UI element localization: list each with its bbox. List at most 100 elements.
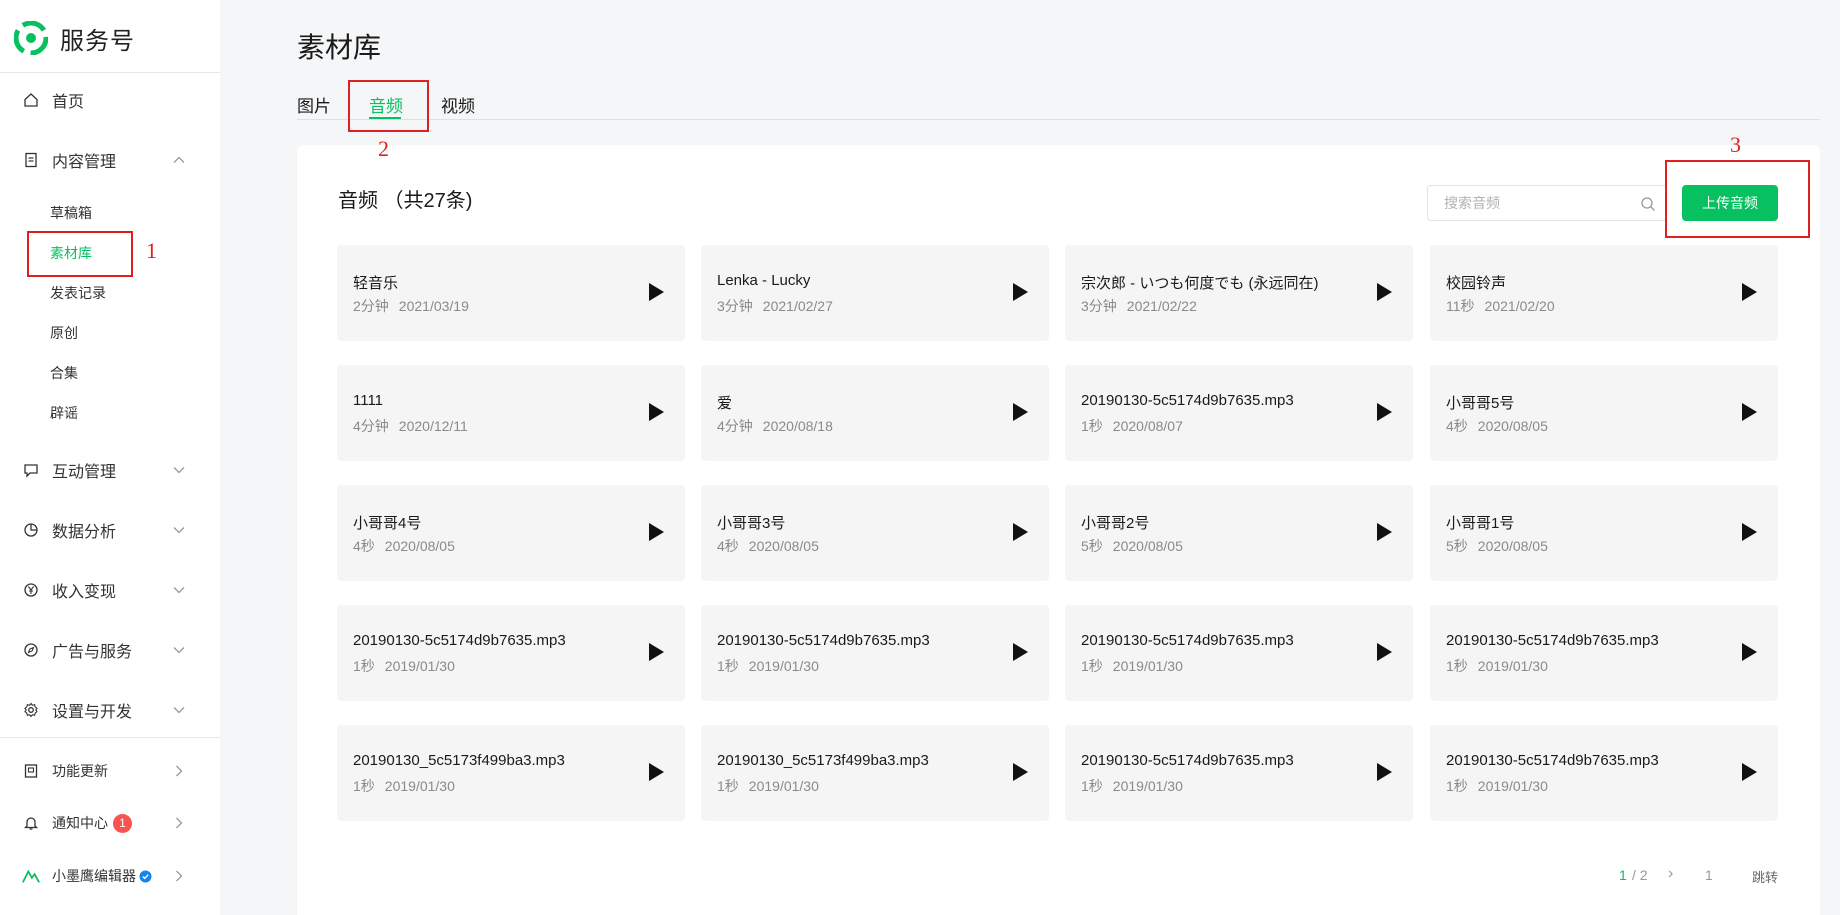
play-icon[interactable] — [649, 763, 664, 781]
audio-date: 2020/08/05 — [1477, 538, 1548, 554]
nav-notification-center[interactable]: 通知中心 1 — [0, 803, 220, 843]
audio-meta: 5秒 2020/08/05 — [1446, 536, 1548, 556]
audio-card[interactable]: 宗次郎 - いつも何度でも (永远同在) 3分钟 2021/02/22 — [1065, 245, 1413, 341]
play-icon[interactable] — [1377, 403, 1392, 421]
audio-title: 20190130-5c5174d9b7635.mp3 — [1446, 632, 1659, 649]
nav-account[interactable]: 小墨鹰编辑器 — [0, 856, 220, 896]
sub-item-original[interactable]: 原创 — [50, 322, 78, 344]
nav-data-analytics[interactable]: 数据分析 — [0, 510, 220, 550]
audio-card[interactable]: 小哥哥2号 5秒 2020/08/05 — [1065, 485, 1413, 581]
audio-title: 小哥哥5号 — [1446, 395, 1515, 412]
play-icon[interactable] — [1377, 283, 1392, 301]
audio-date: 2020/08/05 — [384, 538, 455, 554]
nav-content-management-label: 内容管理 — [52, 154, 117, 171]
tab-video[interactable]: 视频 — [441, 92, 475, 117]
audio-duration: 1秒 — [353, 658, 375, 674]
audio-duration: 1秒 — [1446, 778, 1468, 794]
play-icon[interactable] — [1377, 763, 1392, 781]
audio-card[interactable]: 小哥哥1号 5秒 2020/08/05 — [1430, 485, 1778, 581]
audio-meta: 4分钟 2020/08/18 — [717, 416, 833, 436]
play-icon[interactable] — [1742, 283, 1757, 301]
nav-analytics-label: 数据分析 — [52, 524, 117, 541]
search-box[interactable] — [1427, 185, 1667, 221]
audio-card[interactable]: 爱 4分钟 2020/08/18 — [701, 365, 1049, 461]
chevron-right-icon — [176, 870, 183, 882]
audio-card[interactable]: Lenka - Lucky 3分钟 2021/02/27 — [701, 245, 1049, 341]
sub-item-publish-records[interactable]: 发表记录 — [50, 282, 106, 304]
audio-card[interactable]: 20190130_5c5173f499ba3.mp3 1秒 2019/01/30 — [337, 725, 685, 821]
pagination-total: / 2 — [1632, 867, 1648, 883]
pagination-page-input[interactable]: 1 — [1705, 867, 1713, 883]
document-icon — [22, 151, 40, 169]
nav-monetization[interactable]: 收入变现 — [0, 570, 220, 610]
play-icon[interactable] — [1013, 283, 1028, 301]
tab-images[interactable]: 图片 — [297, 92, 331, 117]
search-icon[interactable] — [1640, 196, 1656, 212]
audio-date: 2019/01/30 — [1112, 658, 1183, 674]
pagination-next-icon[interactable]: › — [1668, 865, 1673, 883]
nav-interaction-management[interactable]: 互动管理 — [0, 450, 220, 490]
play-icon[interactable] — [1013, 523, 1028, 541]
audio-duration: 3分钟 — [1081, 298, 1117, 314]
nav-monetization-label: 收入变现 — [52, 584, 117, 601]
play-icon[interactable] — [649, 403, 664, 421]
audio-duration: 1秒 — [717, 778, 739, 794]
audio-title: 轻音乐 — [353, 275, 399, 292]
audio-duration: 4秒 — [353, 538, 375, 554]
nav-home[interactable]: 首页 — [0, 80, 220, 120]
play-icon[interactable] — [1377, 643, 1392, 661]
nav-feature-updates[interactable]: 功能更新 — [0, 751, 220, 791]
play-icon[interactable] — [1742, 643, 1757, 661]
audio-date: 2020/12/11 — [398, 418, 468, 434]
sub-item-collections[interactable]: 合集 — [50, 362, 78, 384]
nav-notification-label: 通知中心 — [52, 815, 108, 831]
audio-title: 20190130-5c5174d9b7635.mp3 — [1081, 392, 1294, 409]
audio-meta: 2分钟 2021/03/19 — [353, 296, 469, 316]
message-icon — [22, 461, 40, 479]
audio-card[interactable]: 20190130-5c5174d9b7635.mp3 1秒 2019/01/30 — [1430, 605, 1778, 701]
play-icon[interactable] — [649, 283, 664, 301]
audio-duration: 1秒 — [717, 658, 739, 674]
brand[interactable]: 服务号 — [14, 20, 135, 56]
brand-name: 服务号 — [60, 27, 135, 55]
audio-card[interactable]: 20190130-5c5174d9b7635.mp3 1秒 2019/01/30 — [1065, 605, 1413, 701]
audio-card[interactable]: 20190130-5c5174d9b7635.mp3 1秒 2019/01/30 — [701, 605, 1049, 701]
sub-item-drafts[interactable]: 草稿箱 — [50, 202, 92, 224]
service-account-logo-icon — [14, 21, 48, 55]
audio-date: 2021/02/27 — [762, 298, 833, 314]
play-icon[interactable] — [649, 523, 664, 541]
play-icon[interactable] — [1013, 643, 1028, 661]
audio-title: 20190130_5c5173f499ba3.mp3 — [353, 752, 565, 769]
audio-card[interactable]: 1111 4分钟 2020/12/11 — [337, 365, 685, 461]
audio-title: 20190130-5c5174d9b7635.mp3 — [717, 632, 930, 649]
play-icon[interactable] — [649, 643, 664, 661]
audio-meta: 1秒 2019/01/30 — [353, 776, 455, 796]
nav-feature-updates-label: 功能更新 — [52, 763, 108, 779]
update-icon — [22, 762, 40, 780]
nav-content-management[interactable]: 内容管理 — [0, 140, 220, 180]
audio-card[interactable]: 小哥哥4号 4秒 2020/08/05 — [337, 485, 685, 581]
audio-card[interactable]: 校园铃声 11秒 2021/02/20 — [1430, 245, 1778, 341]
nav-ads-services[interactable]: 广告与服务 — [0, 630, 220, 670]
sidebar: 服务号 首页 内容管理 草稿箱 素材库 发表记录 原创 合集 辟谣 互动管理 数… — [0, 0, 220, 915]
search-input[interactable] — [1444, 186, 1634, 220]
audio-card[interactable]: 20190130-5c5174d9b7635.mp3 1秒 2019/01/30 — [1430, 725, 1778, 821]
audio-card[interactable]: 20190130-5c5174d9b7635.mp3 1秒 2019/01/30 — [337, 605, 685, 701]
audio-meta: 1秒 2019/01/30 — [1446, 656, 1548, 676]
play-icon[interactable] — [1742, 403, 1757, 421]
audio-card[interactable]: 20190130-5c5174d9b7635.mp3 1秒 2019/01/30 — [1065, 725, 1413, 821]
pagination-jump-button[interactable]: 跳转 — [1752, 867, 1778, 886]
gear-icon — [22, 701, 40, 719]
audio-card[interactable]: 小哥哥5号 4秒 2020/08/05 — [1430, 365, 1778, 461]
audio-card[interactable]: 20190130_5c5173f499ba3.mp3 1秒 2019/01/30 — [701, 725, 1049, 821]
sub-item-rumor-refute[interactable]: 辟谣 — [50, 402, 78, 424]
play-icon[interactable] — [1013, 763, 1028, 781]
nav-settings-dev[interactable]: 设置与开发 — [0, 690, 220, 730]
audio-card[interactable]: 轻音乐 2分钟 2021/03/19 — [337, 245, 685, 341]
audio-card[interactable]: 小哥哥3号 4秒 2020/08/05 — [701, 485, 1049, 581]
play-icon[interactable] — [1742, 523, 1757, 541]
play-icon[interactable] — [1013, 403, 1028, 421]
play-icon[interactable] — [1377, 523, 1392, 541]
play-icon[interactable] — [1742, 763, 1757, 781]
audio-card[interactable]: 20190130-5c5174d9b7635.mp3 1秒 2020/08/07 — [1065, 365, 1413, 461]
